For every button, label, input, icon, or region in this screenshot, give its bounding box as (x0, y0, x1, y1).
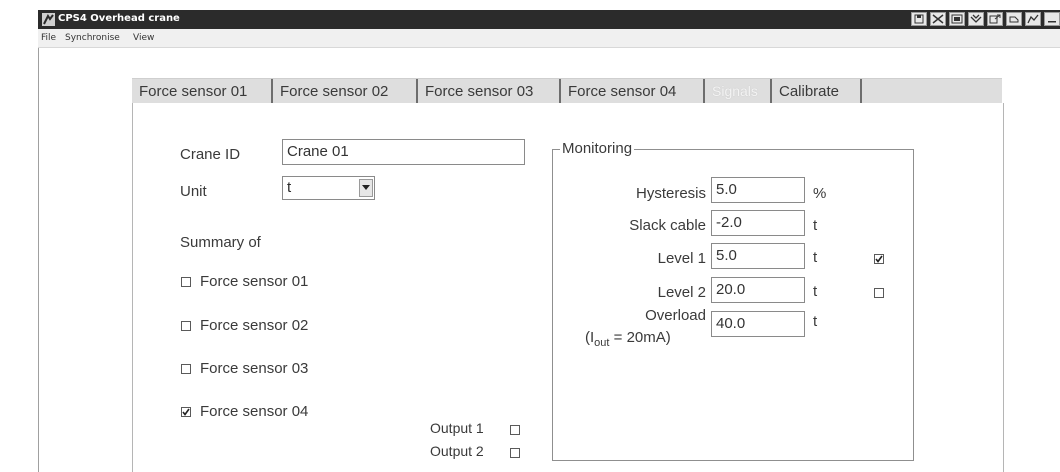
overload-field[interactable]: 40.0 (711, 311, 805, 337)
summary-sensor-02-checkbox[interactable] (181, 321, 191, 331)
menu-bar: File Synchronise View (38, 29, 1060, 47)
slack-cable-label: Slack cable (629, 217, 706, 234)
output-1-label: Output 1 (430, 420, 484, 436)
overload-unit: t (813, 313, 818, 330)
summary-sensor-03-label: Force sensor 03 (200, 360, 309, 377)
level-2-label: Level 2 (657, 284, 706, 301)
chevron-down-icon[interactable] (359, 179, 373, 197)
overload-note-prefix: (I (585, 329, 595, 346)
client-border (38, 47, 39, 472)
level-1-field[interactable]: 5.0 (711, 243, 805, 269)
menu-view[interactable]: View (133, 33, 154, 43)
overload-label: Overload (645, 307, 706, 324)
summary-sensor-01-checkbox[interactable] (181, 277, 191, 287)
summary-sensor-02-label: Force sensor 02 (200, 317, 309, 334)
save-icon[interactable] (911, 12, 927, 26)
tab-force-sensor-01[interactable]: Force sensor 01 (132, 79, 273, 104)
hysteresis-unit: % (813, 185, 827, 202)
refresh-icon[interactable] (1006, 12, 1022, 26)
slack-cable-field[interactable]: -2.0 (711, 210, 805, 236)
window-title: CPS4 Overhead crane (58, 13, 180, 24)
level-1-label: Level 1 (657, 250, 706, 267)
check-icon (182, 408, 190, 416)
export-icon[interactable] (987, 12, 1003, 26)
overload-note-suffix: = 20mA) (609, 329, 671, 346)
summary-sensor-04-checkbox[interactable] (181, 407, 191, 417)
slack-cable-unit: t (813, 217, 818, 234)
overload-note: (Iout = 20mA) (585, 329, 671, 349)
summary-label: Summary of (180, 234, 261, 251)
tab-strip: Force sensor 01 Force sensor 02 Force se… (132, 78, 1002, 104)
crane-id-field[interactable]: Crane 01 (282, 139, 525, 165)
menu-file[interactable]: File (41, 33, 56, 43)
hysteresis-field[interactable]: 5.0 (711, 177, 805, 203)
check-icon (875, 255, 883, 263)
tools-icon[interactable] (930, 12, 946, 26)
hysteresis-label: Hysteresis (635, 185, 706, 202)
tab-signals[interactable]: Signals (705, 79, 772, 104)
tab-force-sensor-03[interactable]: Force sensor 03 (418, 79, 561, 104)
level-2-field[interactable]: 20.0 (711, 277, 805, 303)
tab-force-sensor-02[interactable]: Force sensor 02 (273, 79, 418, 104)
output-1-checkbox[interactable] (510, 425, 520, 435)
unit-select-value: t (287, 179, 292, 196)
level-2-unit: t (813, 283, 818, 300)
unit-label: Unit (180, 183, 207, 200)
output-2-checkbox[interactable] (510, 448, 520, 458)
minimize-icon[interactable] (1044, 12, 1060, 26)
menu-synchronise[interactable]: Synchronise (65, 33, 120, 43)
overload-note-sub: out (594, 337, 610, 349)
title-bar: CPS4 Overhead crane (38, 10, 1060, 29)
monitoring-legend: Monitoring (560, 140, 635, 157)
app-icon (42, 13, 55, 26)
tab-force-sensor-04[interactable]: Force sensor 04 (561, 79, 705, 104)
summary-sensor-04-label: Force sensor 04 (200, 403, 309, 420)
client-divider (38, 47, 1060, 48)
tab-calibrate[interactable]: Calibrate (772, 79, 862, 104)
level-2-checkbox[interactable] (874, 288, 884, 298)
unit-select[interactable]: t (282, 176, 375, 200)
level-1-checkbox[interactable] (874, 254, 884, 264)
crane-id-label: Crane ID (180, 146, 241, 163)
window-icon[interactable] (949, 12, 965, 26)
output-2-label: Output 2 (430, 443, 484, 459)
summary-sensor-03-checkbox[interactable] (181, 364, 191, 374)
scale-icon[interactable] (968, 12, 984, 26)
tab-panel: Crane ID Crane 01 Unit t Summary of Forc… (132, 103, 1004, 472)
level-1-unit: t (813, 249, 818, 266)
graph-icon[interactable] (1025, 12, 1041, 26)
summary-sensor-01-label: Force sensor 01 (200, 273, 309, 290)
